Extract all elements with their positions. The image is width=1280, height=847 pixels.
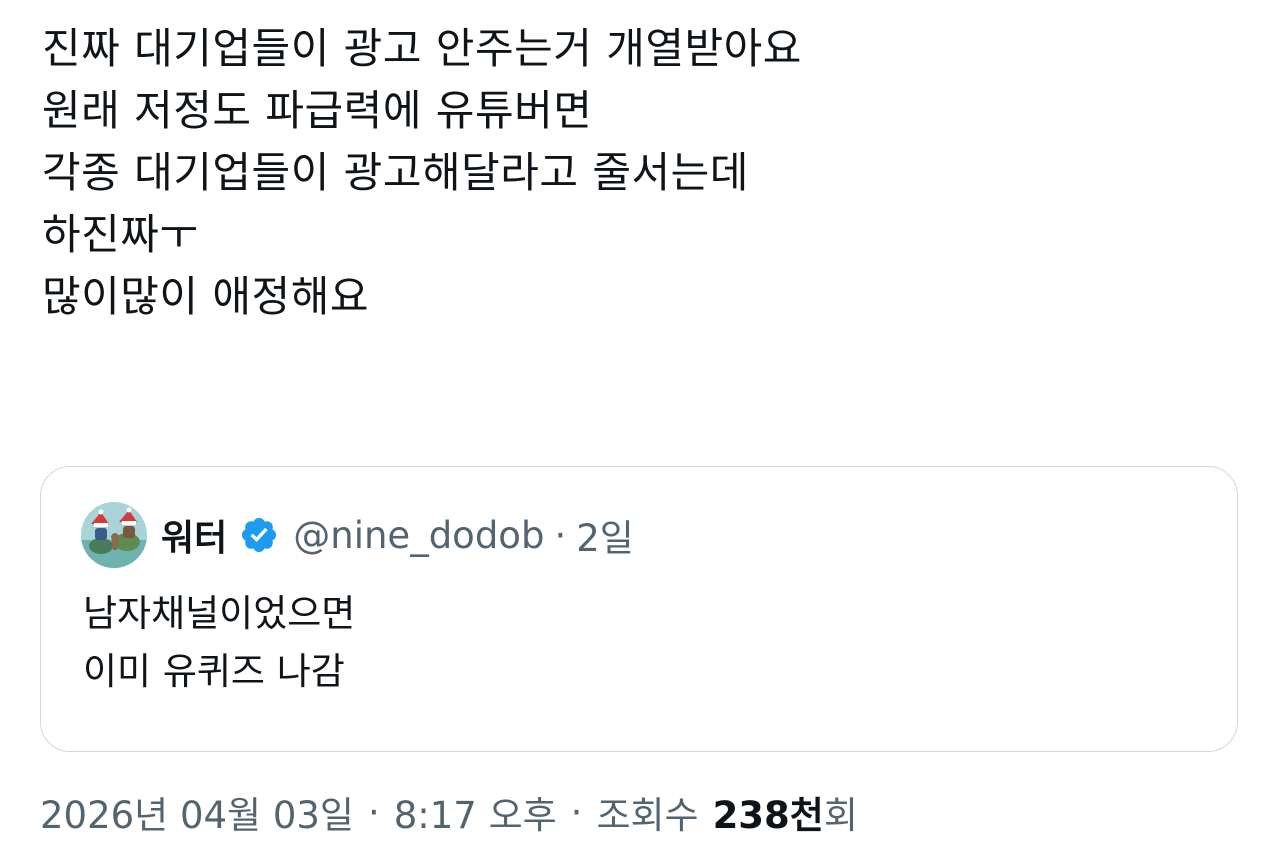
tweet-text-line: 진짜 대기업들이 광고 안주는거 개열받아요 <box>42 24 802 73</box>
quoted-tweet-text-line: 이미 유퀴즈 나감 <box>83 650 345 693</box>
views-suffix: 회 <box>823 794 858 837</box>
tweet-metadata: 2026년 04월 03일 · 8:17 오후 · 조회수 238천 회 <box>40 782 858 842</box>
separator-dot: · <box>554 513 567 557</box>
author-handle[interactable]: @nine_dodob <box>293 514 544 557</box>
avatar[interactable] <box>81 502 147 568</box>
separator-dot: · <box>367 790 380 834</box>
views-count[interactable]: 238천 <box>713 785 824 839</box>
quoted-tweet-card[interactable]: 워터 @nine_dodob · 2일 남자채널이었으면 이미 유퀴즈 나감 <box>40 466 1238 752</box>
quoted-tweet-body: 남자채널이었으면 이미 유퀴즈 나감 <box>83 585 355 701</box>
separator-dot: · <box>570 790 583 834</box>
tweet-text-line: 많이많이 애정해요 <box>42 272 369 321</box>
author-name[interactable]: 워터 <box>161 509 227 561</box>
post-time-ago[interactable]: 2일 <box>576 508 634 562</box>
tweet-text-line: 하진짜ㅜ <box>42 210 199 259</box>
quoted-tweet-text-line: 남자채널이었으면 <box>83 592 356 635</box>
verified-badge-icon <box>242 517 277 553</box>
views-label: 조회수 <box>596 794 699 837</box>
avatar-image <box>81 502 147 568</box>
tweet-text-line: 원래 저정도 파급력에 유튜버면 <box>42 86 593 135</box>
post-date[interactable]: 2026년 04월 03일 <box>40 785 354 839</box>
tweet-text-line: 각종 대기업들이 광고해달라고 줄서는데 <box>42 148 749 197</box>
post-time[interactable]: 8:17 오후 <box>394 785 557 839</box>
tweet-body: 진짜 대기업들이 광고 안주는거 개열받아요 원래 저정도 파급력에 유튜버면 … <box>42 18 1242 328</box>
quoted-tweet-header: 워터 @nine_dodob · 2일 <box>81 501 634 569</box>
